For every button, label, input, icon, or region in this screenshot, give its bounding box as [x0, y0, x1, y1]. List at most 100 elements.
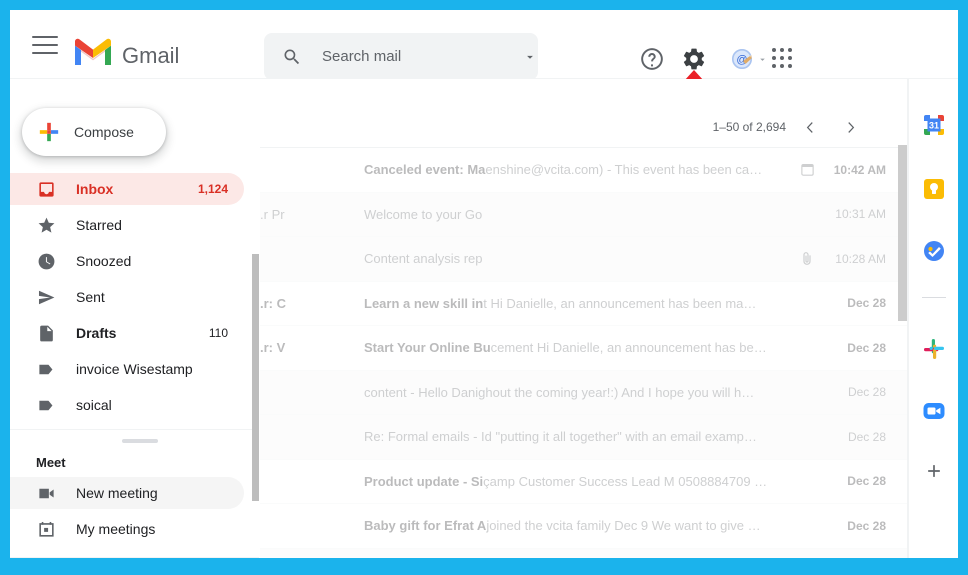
- sidebar-item-invoice-wisestamp[interactable]: invoice Wisestamp: [10, 353, 244, 385]
- mail-list-scrollbar[interactable]: [898, 145, 907, 321]
- mail-sender: r Pr.: [260, 206, 285, 222]
- label-icon: [36, 359, 56, 379]
- sidebar-item-count: 110: [208, 326, 228, 340]
- calendar-day-badge: 31: [929, 121, 939, 131]
- mail-rows: Canceled event: Maenshine@vcita.com) - T…: [260, 148, 908, 558]
- table-row[interactable]: r: C. Learn a new skill int Hi Danielle, …: [260, 281, 908, 326]
- label-icon: [36, 395, 56, 415]
- sidebar-item-label: Starred: [76, 217, 122, 233]
- mail-subject-snippet: Start Your Online Bucement Hi Danielle, …: [364, 340, 792, 355]
- add-addon-icon[interactable]: [922, 459, 946, 483]
- mail-sender: r: C.: [260, 295, 287, 311]
- mail-subject: Learn a new skill in: [364, 295, 484, 311]
- mail-subject-snippet: Content analysis rep: [364, 251, 792, 266]
- mail-date: Dec 28: [847, 340, 886, 355]
- sidebar-item-drafts[interactable]: Drafts 110: [10, 317, 244, 349]
- table-row[interactable]: content - Hello Danighout the coming yea…: [260, 370, 908, 415]
- table-row[interactable]: Canceled event: Maenshine@vcita.com) - T…: [260, 148, 908, 193]
- mail-subject-snippet: Welcome to your Go: [364, 207, 792, 222]
- folder-nav-list: Inbox 1,124 Starred Snoozed Sent Drafts …: [10, 173, 259, 425]
- mail-date: 10:31 AM: [835, 207, 886, 222]
- mail-subject-snippet: Product update - Siçamp Customer Success…: [364, 474, 792, 489]
- table-row[interactable]: r: V. Start Your Online Bucement Hi Danie…: [260, 326, 908, 371]
- search-input[interactable]: [322, 48, 521, 65]
- sidebar-resize-handle[interactable]: [122, 439, 158, 443]
- zoom-icon[interactable]: [922, 399, 946, 423]
- sidebar-item-starred[interactable]: Starred: [10, 209, 244, 241]
- product-name: Gmail: [122, 43, 180, 68]
- mail-date: Dec 28: [847, 429, 886, 444]
- mail-snippet: Re: Formal emails - Id "putting it all t…: [364, 429, 757, 445]
- mail-list-pane: 1–50 of 2,694 Canceled event: Maenshine@…: [260, 79, 908, 558]
- sidebar-item-label: Sent: [76, 289, 105, 305]
- table-row[interactable]: r Pr. Welcome to your Go 10:31 AM: [260, 192, 908, 237]
- search-icon: [284, 49, 300, 64]
- sidebar-item-inbox[interactable]: Inbox 1,124: [10, 173, 244, 205]
- calendar-invite-icon: [792, 162, 822, 177]
- chevron-right-icon[interactable]: [834, 111, 866, 143]
- star-icon: [36, 215, 56, 235]
- mail-subject: Product update - Si: [364, 473, 484, 489]
- mail-snippet: Welcome to your Go: [364, 206, 483, 222]
- table-row[interactable]: Re: Formal emails - Id "putting it all t…: [260, 415, 908, 460]
- mail-date: 10:42 AM: [833, 162, 886, 177]
- plus-icon: [39, 122, 59, 142]
- gmail-window: Gmail @: [10, 10, 958, 558]
- table-row[interactable]: Content analysis rep 10:28 AM: [260, 237, 908, 282]
- sidebar-divider: [10, 429, 259, 430]
- sidebar-item-snoozed[interactable]: Snoozed: [10, 245, 244, 277]
- meet-nav-list: New meeting My meetings: [10, 477, 259, 549]
- slack-icon[interactable]: [922, 337, 946, 361]
- table-row[interactable]: Content analysis repDec 28: [260, 548, 908, 558]
- chevron-left-icon[interactable]: [794, 111, 826, 143]
- sidebar-item-soical[interactable]: soical: [10, 389, 244, 421]
- mail-snippet: çamp Customer Success Lead M 0508884709 …: [483, 473, 768, 489]
- main-menu-icon[interactable]: [28, 36, 64, 56]
- table-row[interactable]: Baby gift for Efrat Ajoined the vcita fa…: [260, 504, 908, 549]
- sidebar-item-my-meetings[interactable]: My meetings: [10, 513, 244, 545]
- table-row[interactable]: Product update - Siçamp Customer Success…: [260, 459, 908, 504]
- sidebar-item-label: My meetings: [76, 521, 156, 537]
- sidebar-item-label: New meeting: [76, 485, 158, 501]
- mail-date: Dec 28: [847, 296, 886, 311]
- inbox-icon: [36, 179, 56, 199]
- sidebar-item-label: Snoozed: [76, 253, 132, 269]
- sidebar-item-label: Inbox: [76, 181, 114, 197]
- paperclip-icon: [792, 251, 822, 267]
- mail-snippet: t Hi Danielle, an announcement has been …: [483, 295, 757, 311]
- help-icon[interactable]: [639, 46, 665, 72]
- sidebar-item-label: soical: [76, 397, 112, 413]
- google-tasks-icon[interactable]: [922, 239, 946, 263]
- sidebar-item-sent[interactable]: Sent: [10, 281, 244, 313]
- chevron-down-icon: [760, 58, 765, 61]
- gmail-logo-icon: [72, 36, 114, 68]
- mail-subject-snippet: Baby gift for Efrat Ajoined the vcita fa…: [364, 518, 792, 533]
- mail-subject: Canceled event: Ma: [364, 162, 486, 178]
- addon-divider: [922, 297, 946, 298]
- sidebar-bottom-divider: [10, 557, 259, 558]
- compose-button[interactable]: Compose: [22, 108, 166, 156]
- left-sidebar: Compose Inbox 1,124 Starred Snoozed Sent…: [10, 79, 260, 558]
- send-icon: [36, 287, 56, 307]
- mail-subject-snippet: Re: Formal emails - Id "putting it all t…: [364, 429, 792, 444]
- meet-section-title: Meet: [36, 455, 66, 470]
- mail-snippet: cement Hi Danielle, an announcement has …: [490, 340, 767, 356]
- apps-grid-icon[interactable]: [772, 48, 794, 70]
- sidebar-scrollbar[interactable]: [252, 254, 259, 501]
- mail-sender: r: V.: [260, 340, 286, 356]
- google-keep-icon[interactable]: [922, 177, 946, 201]
- sidebar-item-new-meeting[interactable]: New meeting: [10, 477, 244, 509]
- gear-icon[interactable]: [681, 46, 707, 72]
- sidebar-item-label: invoice Wisestamp: [76, 361, 193, 377]
- mail-date: 10:28 AM: [835, 251, 886, 266]
- pagination-controls: 1–50 of 2,694: [713, 111, 866, 143]
- top-app-bar: Gmail @: [10, 10, 958, 80]
- google-calendar-icon[interactable]: 31: [922, 113, 946, 137]
- account-avatar[interactable]: @: [732, 47, 772, 71]
- search-options-icon[interactable]: [521, 33, 538, 80]
- mail-subject-snippet: Canceled event: Maenshine@vcita.com) - T…: [364, 162, 792, 177]
- search-bar[interactable]: [264, 33, 538, 80]
- clock-icon: [36, 251, 56, 271]
- video-camera-icon: [36, 483, 56, 503]
- sidebar-item-count: 1,124: [197, 182, 228, 196]
